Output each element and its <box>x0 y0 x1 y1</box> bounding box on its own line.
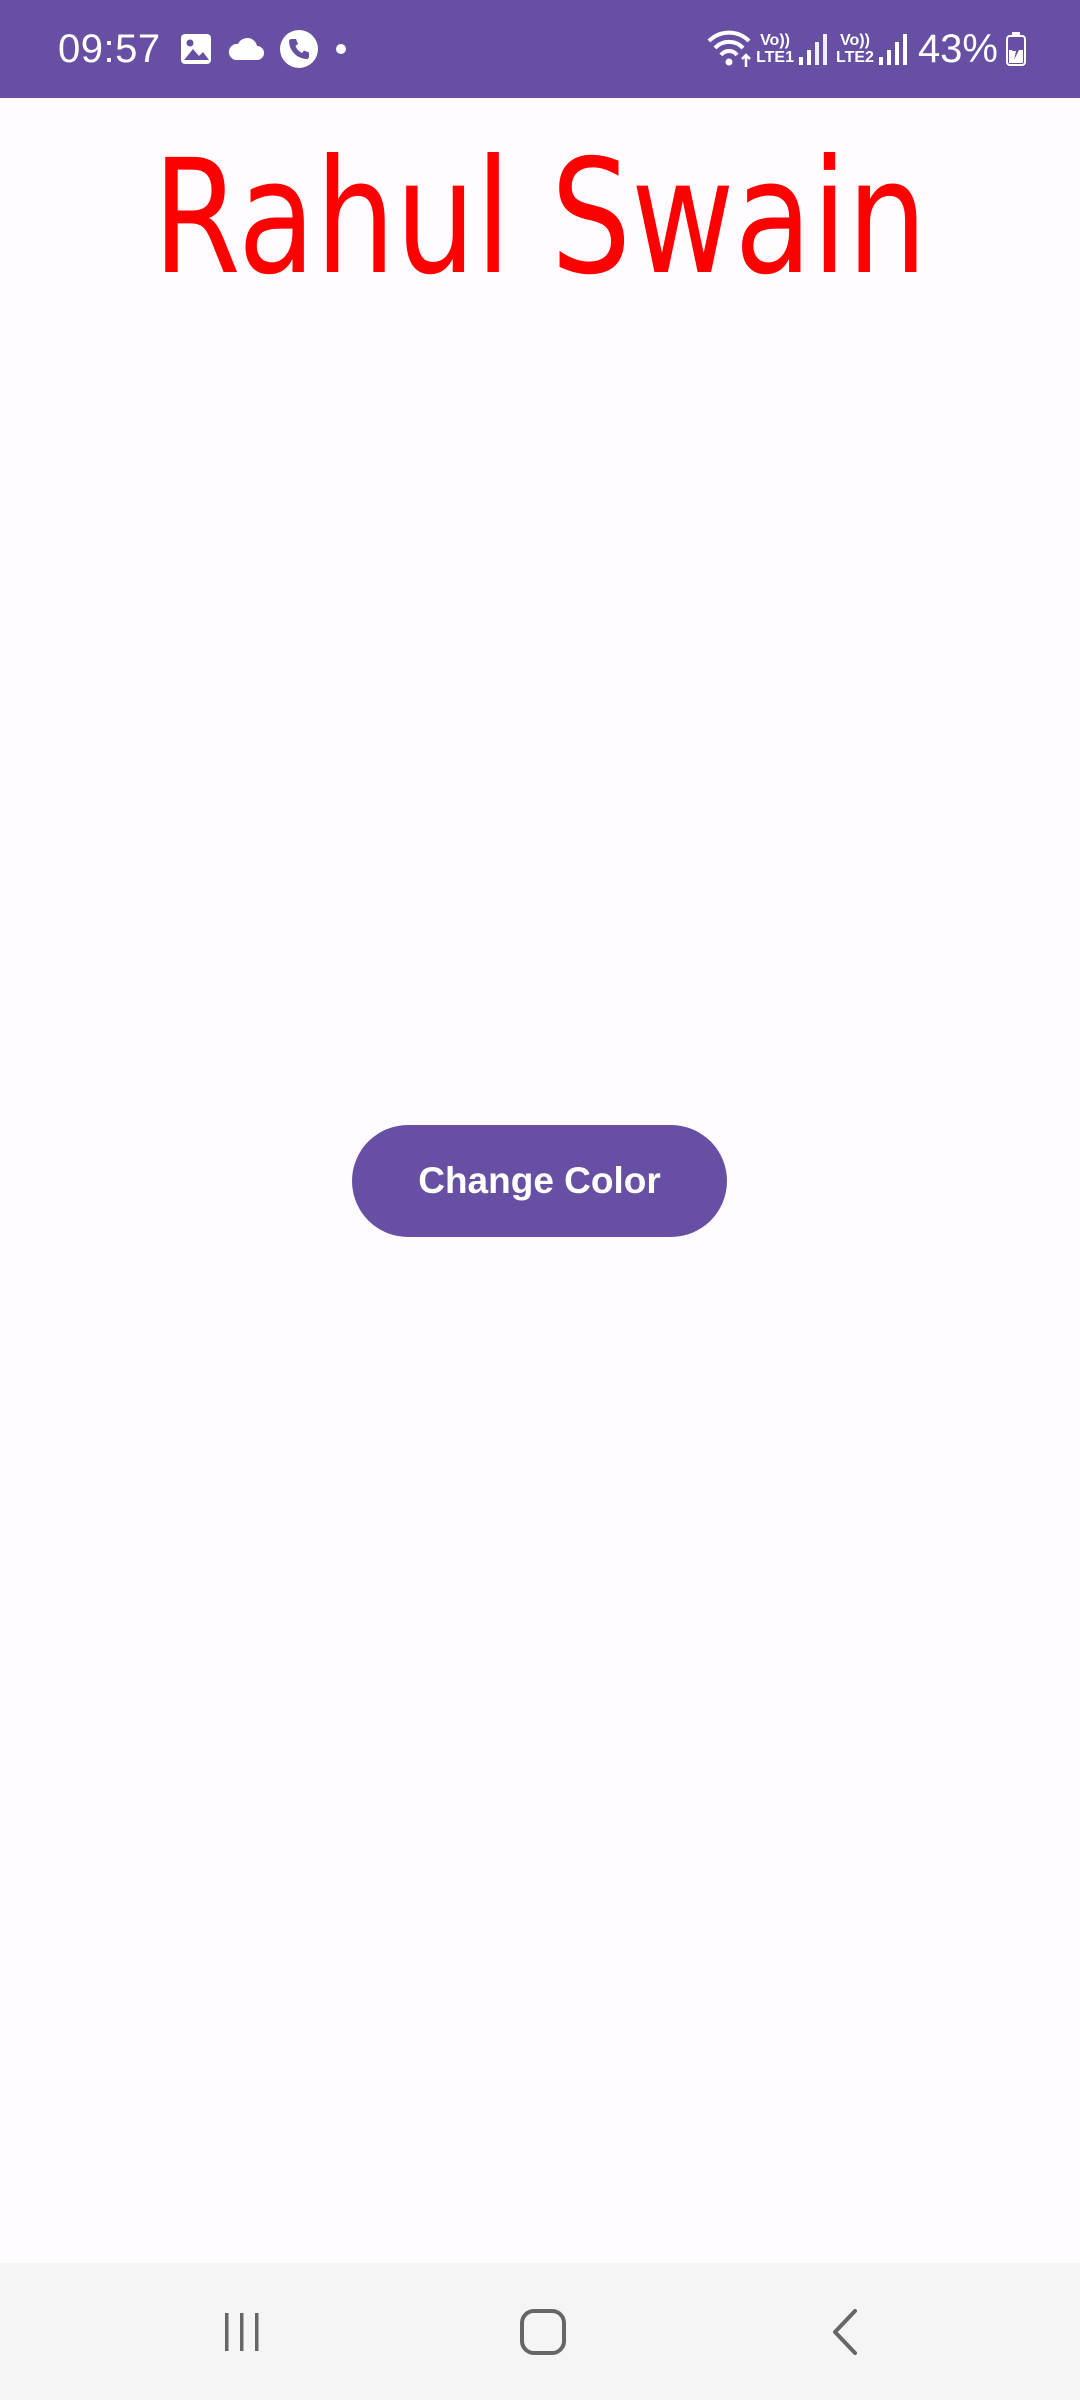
signal-sim2-icon <box>878 33 908 65</box>
status-right: Vo)) LTE1 Vo)) LTE2 43% <box>706 0 1026 98</box>
name-title: Rahul Swain <box>152 126 928 310</box>
battery-charging-icon <box>1006 32 1026 66</box>
dot-icon <box>333 41 349 57</box>
change-color-button[interactable]: Change Color <box>352 1125 727 1237</box>
cloud-icon <box>227 36 265 62</box>
home-icon <box>520 2308 566 2355</box>
sim2-lte-label: LTE2 <box>836 49 874 66</box>
sim1-network-label: Vo)) LTE1 <box>756 32 794 66</box>
phone-call-icon <box>279 29 319 69</box>
navigation-bar <box>0 2263 1080 2400</box>
status-time: 09:57 <box>58 26 161 71</box>
wifi-icon <box>706 29 752 69</box>
back-button[interactable] <box>786 2263 906 2400</box>
sim2-volte-label: Vo)) <box>840 32 870 49</box>
status-left: 09:57 <box>58 0 363 98</box>
recent-apps-button[interactable] <box>182 2263 302 2400</box>
sim1-lte-label: LTE1 <box>756 49 794 66</box>
back-icon <box>833 2308 857 2355</box>
recent-apps-icon <box>225 2312 259 2351</box>
home-button[interactable] <box>483 2263 603 2400</box>
status-bar: 09:57 Vo)) LTE1 Vo)) LTE2 43% <box>0 0 1080 98</box>
sim1-volte-label: Vo)) <box>760 32 790 49</box>
app-screen: 09:57 Vo)) LTE1 Vo)) LTE2 43% Rahul Swai… <box>0 0 1080 2400</box>
signal-sim1-icon <box>798 33 828 65</box>
battery-percent: 43% <box>917 26 998 71</box>
sim2-network-label: Vo)) LTE2 <box>836 32 874 66</box>
gallery-icon <box>179 32 213 66</box>
